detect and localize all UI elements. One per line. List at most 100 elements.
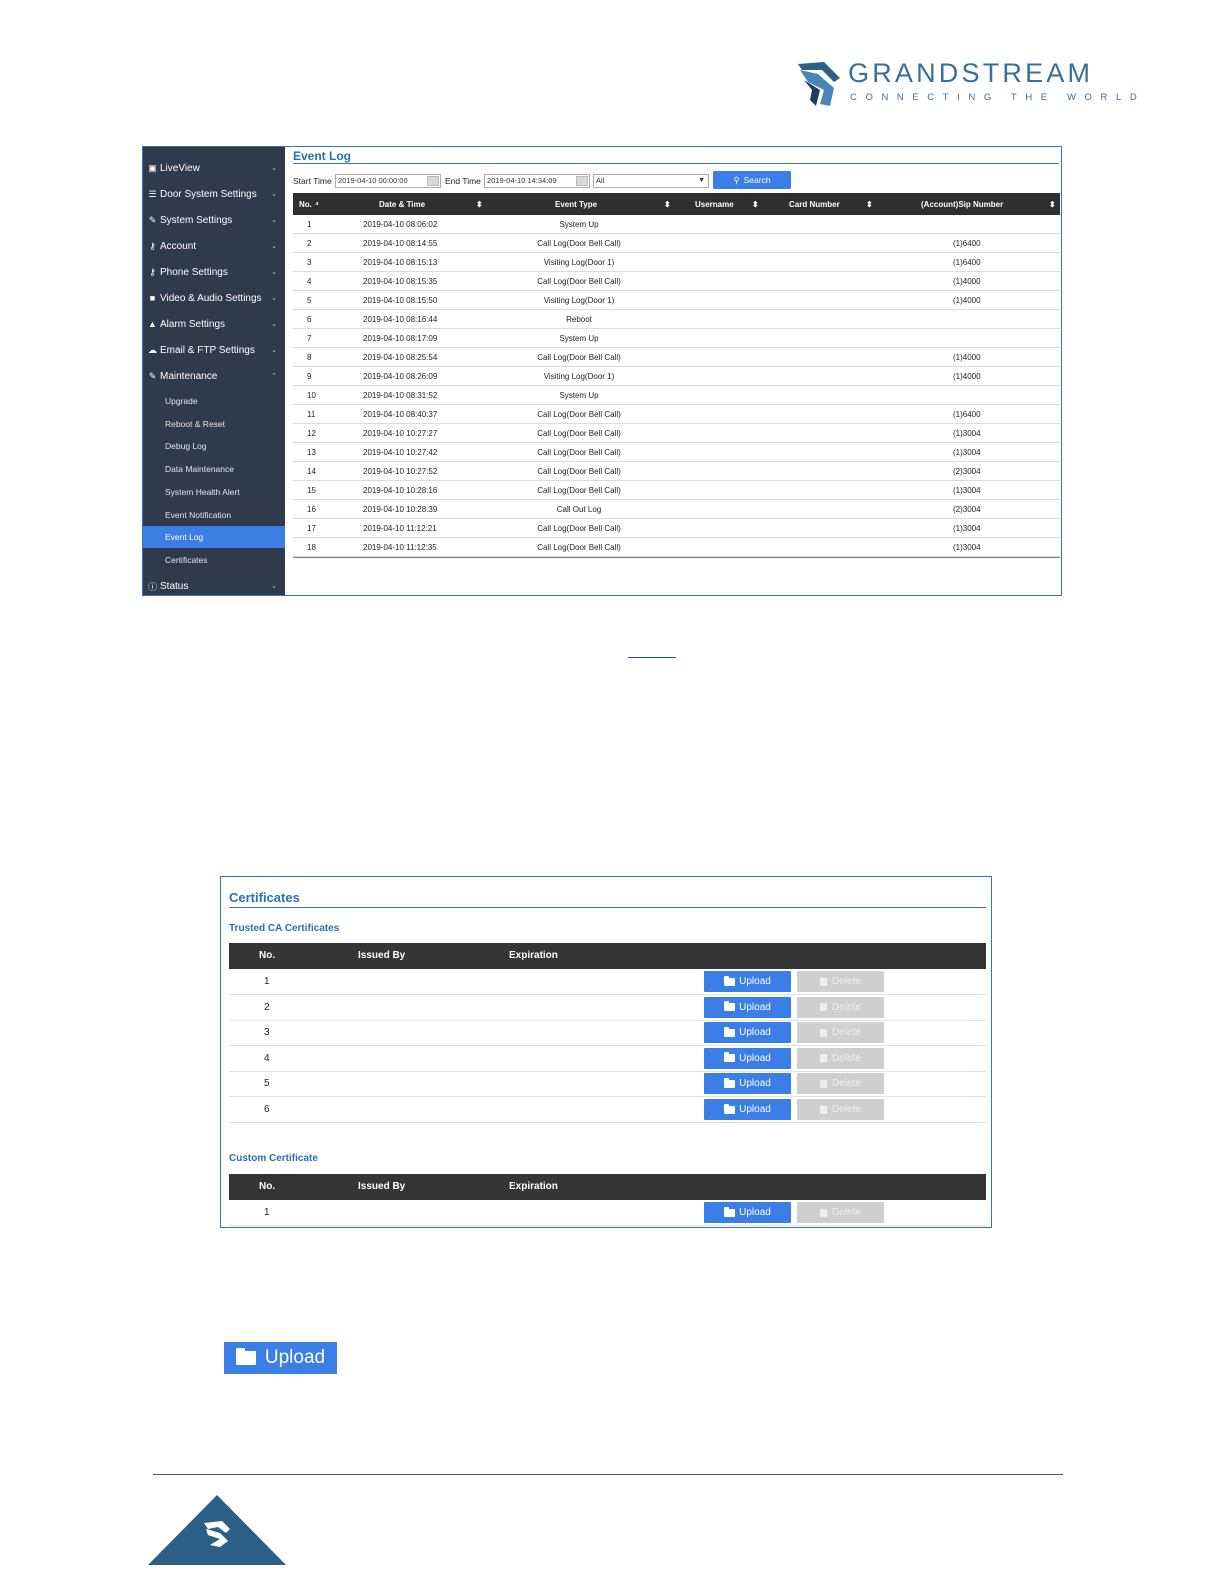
upload-folder-icon <box>724 1052 736 1063</box>
link-underline <box>628 657 676 658</box>
row-event-type: Visiting Log(Door 1) <box>543 372 615 381</box>
row-datetime: 2019-04-10 08:15:35 <box>363 277 438 286</box>
sidebar-item[interactable]: ⚷ Phone Settings ⌄ <box>143 259 285 285</box>
row-event-type: System Up <box>559 220 599 229</box>
event-type-select[interactable]: All ▼ <box>593 174 709 188</box>
table-row: 13 2019-04-10 10:27:42 Call Log(Door Bell … <box>293 443 1060 462</box>
delete-button[interactable]: Delete <box>797 971 884 992</box>
sidebar-item-status[interactable]: ⓘ Status ⌄ <box>143 573 285 599</box>
row-event-type: System Up <box>559 391 599 400</box>
row-number: 1 <box>307 220 312 229</box>
upload-button[interactable]: Upload <box>704 1047 791 1069</box>
sidebar-subitem[interactable]: Event Log <box>143 526 285 549</box>
upload-button[interactable]: Upload <box>704 971 791 992</box>
row-number: 7 <box>307 334 312 343</box>
row-datetime: 2019-04-10 08:16:44 <box>363 315 438 324</box>
start-time-value: 2019-04-10 00:00:00 <box>338 176 408 185</box>
chevron-icon: ⌄ <box>271 583 277 590</box>
delete-button[interactable]: Delete <box>797 1047 884 1069</box>
certificates-screenshot: Certificates Trusted CA Certificates No.… <box>220 876 992 1228</box>
row-number: 6 <box>307 315 312 324</box>
upload-button[interactable]: Upload <box>704 1022 791 1044</box>
table-row: 10 2019-04-10 08:31:52 System Up <box>293 386 1060 405</box>
sidebar-subitem[interactable]: System Health Alert <box>143 481 285 503</box>
sort-icon[interactable]: ⬍ <box>1049 200 1056 209</box>
delete-button[interactable]: Delete <box>797 1022 884 1044</box>
sidebar-subitem[interactable]: Reboot & Reset <box>143 413 285 435</box>
sidebar-item[interactable]: ▲ Alarm Settings ⌄ <box>143 311 285 337</box>
upload-button-label: Upload <box>264 1347 326 1368</box>
delete-button[interactable]: Delete <box>797 1202 884 1223</box>
delete-button[interactable]: Delete <box>797 996 884 1018</box>
trash-icon <box>820 1028 828 1037</box>
trash-icon <box>820 1208 828 1217</box>
end-time-input[interactable]: 2019-04-10 14:34:09 <box>484 174 590 188</box>
column-header[interactable]: Date & Time <box>379 200 425 209</box>
row-datetime: 2019-04-10 10:28:39 <box>363 505 438 514</box>
sidebar-item[interactable]: ☁ Email & FTP Settings ⌄ <box>143 337 285 363</box>
table-row: 9 2019-04-10 08:26:09 Visiting Log(Door 1)… <box>293 367 1060 386</box>
chevron-icon: ⌄ <box>271 347 277 354</box>
row-datetime: 2019-04-10 08:40:37 <box>363 410 438 419</box>
event-log-screenshot: ▣ LiveView ⌄ ☰ Door System Settings ⌄ ✎ System … <box>142 146 1062 596</box>
sidebar-item-label: Email & FTP Settings <box>160 344 255 356</box>
upload-button-label: Upload <box>739 1207 771 1218</box>
column-header[interactable]: Card Number <box>789 200 840 209</box>
delete-button[interactable]: Delete <box>797 1073 884 1095</box>
key-icon: ⚷ <box>149 240 156 251</box>
row-event-type: Call Log(Door Bell Call) <box>537 524 621 533</box>
sidebar-subitem[interactable]: Upgrade <box>143 390 285 412</box>
sidebar-item-label: System Settings <box>160 214 233 226</box>
sidebar-item[interactable]: ⚷ Account ⌄ <box>143 233 285 259</box>
upload-button[interactable]: Upload <box>704 1202 791 1223</box>
trash-icon <box>820 977 828 986</box>
sidebar-item[interactable]: ✎ System Settings ⌄ <box>143 207 285 233</box>
sidebar-subitem[interactable]: Event Notification <box>143 504 285 526</box>
chevron-icon: ⌄ <box>271 217 277 224</box>
sort-icon[interactable]: ⬍ <box>866 200 873 209</box>
column-header[interactable]: Event Type <box>555 200 597 209</box>
sidebar-item[interactable]: ✎ Maintenance ⌃ <box>143 363 285 389</box>
brand-tagline: CONNECTING THE WORLD <box>850 92 1146 103</box>
sidebar-item-label: Account <box>160 240 197 252</box>
sidebar-item-label: Alarm Settings <box>160 318 226 330</box>
sidebar-item-label: Door System Settings <box>160 188 257 200</box>
upload-button[interactable]: Upload <box>704 996 791 1018</box>
row-number: 17 <box>307 524 316 533</box>
row-number: 4 <box>264 1052 270 1064</box>
row-event-type: Call Log(Door Bell Call) <box>537 543 621 552</box>
column-header[interactable]: Username <box>695 200 734 209</box>
column-header[interactable]: (Account)Sip Number <box>921 200 1003 209</box>
start-time-input[interactable]: 2019-04-10 00:00:00 <box>335 174 441 188</box>
upload-button-large[interactable]: Upload <box>224 1342 337 1374</box>
sort-icon[interactable]: ⬍ <box>664 200 671 209</box>
trash-icon <box>820 1003 828 1012</box>
search-button[interactable]: ⚲ Search <box>713 171 791 189</box>
sidebar-item[interactable]: ☰ Door System Settings ⌄ <box>143 181 285 207</box>
row-sip-number: (1)3004 <box>953 524 981 533</box>
sort-icon[interactable]: ⁴ <box>315 200 319 209</box>
sort-icon[interactable]: ⬍ <box>476 200 483 209</box>
sidebar-subitem[interactable]: Certificates <box>143 549 285 571</box>
table-row: 2 2019-04-10 08:14:55 Call Log(Door Bell C… <box>293 234 1060 253</box>
delete-button-label: Delete <box>832 1207 861 1218</box>
sort-icon[interactable]: ⬍ <box>752 200 759 209</box>
row-number: 11 <box>307 410 316 419</box>
row-number: 2 <box>264 1001 270 1013</box>
sidebar-subitem[interactable]: Debug Log <box>143 435 285 457</box>
sidebar-item[interactable]: ▣ LiveView ⌄ <box>143 155 285 181</box>
sidebar-item[interactable]: ■ Video & Audio Settings ⌄ <box>143 285 285 311</box>
table-row: 4 Upload Delete <box>229 1046 986 1072</box>
table-row: 5 Upload Delete <box>229 1071 986 1098</box>
sidebar-subitem-label: Event Log <box>165 532 204 543</box>
table-row: 1 2019-04-10 08:06:02 System Up <box>293 215 1060 234</box>
column-header: No. <box>259 1181 276 1192</box>
sidebar-subitem-label: Event Notification <box>165 509 232 520</box>
sidebar-subitem[interactable]: Data Maintenance <box>143 458 285 480</box>
upload-button[interactable]: Upload <box>704 1073 791 1095</box>
calendar-icon[interactable] <box>427 176 439 186</box>
upload-button[interactable]: Upload <box>704 1099 791 1120</box>
calendar-icon[interactable] <box>576 176 588 186</box>
delete-button[interactable]: Delete <box>797 1099 884 1120</box>
column-header[interactable]: No. <box>299 200 312 209</box>
